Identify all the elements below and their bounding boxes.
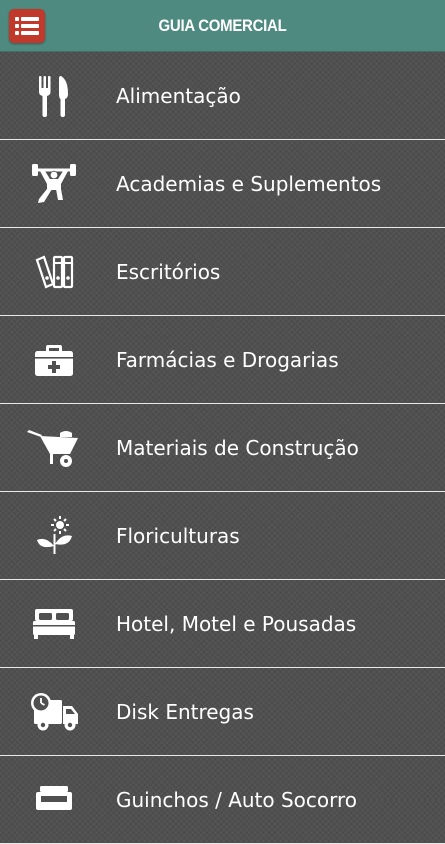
category-item-floriculturas[interactable]: Floriculturas [0, 492, 445, 580]
category-item-hotel[interactable]: Hotel, Motel e Pousadas [0, 580, 445, 668]
wheelbarrow-icon [26, 424, 82, 472]
top-bar: GUIA COMERCIAL [0, 0, 445, 52]
category-label: Materiais de Construção [116, 436, 359, 460]
category-item-escritorios[interactable]: Escritórios [0, 228, 445, 316]
category-label: Academias e Suplementos [116, 172, 382, 196]
bed-icon [26, 600, 82, 648]
category-item-farmacias[interactable]: Farmácias e Drogarias [0, 316, 445, 404]
flower-icon [26, 512, 82, 560]
weightlifter-icon [26, 160, 82, 208]
category-label: Farmácias e Drogarias [116, 348, 339, 372]
page-title: GUIA COMERCIAL [158, 16, 287, 35]
fork-knife-icon [26, 72, 82, 120]
category-label: Escritórios [116, 260, 221, 284]
category-label: Guinchos / Auto Socorro [116, 788, 358, 812]
category-label: Floriculturas [116, 524, 240, 548]
category-item-academias[interactable]: Academias e Suplementos [0, 140, 445, 228]
category-item-alimentacao[interactable]: Alimentação [0, 52, 445, 140]
category-item-materiais-construcao[interactable]: Materiais de Construção [0, 404, 445, 492]
category-list: Alimentação Academias e Suplementos Escr… [0, 52, 445, 844]
delivery-truck-icon [26, 688, 82, 736]
tow-truck-icon [26, 776, 82, 824]
binders-icon [26, 248, 82, 296]
category-label: Alimentação [116, 84, 241, 108]
category-item-guinchos[interactable]: Guinchos / Auto Socorro [0, 756, 445, 844]
category-label: Hotel, Motel e Pousadas [116, 612, 357, 636]
category-label: Disk Entregas [116, 700, 254, 724]
first-aid-kit-icon [26, 336, 82, 384]
category-item-disk-entregas[interactable]: Disk Entregas [0, 668, 445, 756]
